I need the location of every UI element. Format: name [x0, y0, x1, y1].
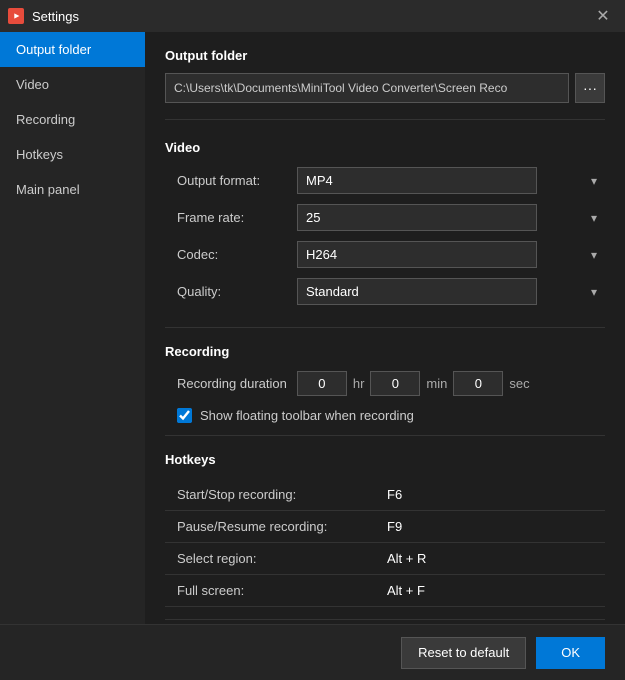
- codec-wrapper: H264 H265: [297, 241, 605, 268]
- hotkey-row-select-region: Select region: Alt + R: [165, 543, 605, 575]
- hotkey-pause-resume-key: F9: [387, 519, 402, 534]
- frame-rate-row: Frame rate: 25 30 60: [165, 204, 605, 231]
- close-button[interactable]: ✕: [589, 2, 617, 30]
- duration-label: Recording duration: [177, 376, 287, 391]
- ok-button[interactable]: OK: [536, 637, 605, 669]
- frame-rate-wrapper: 25 30 60: [297, 204, 605, 231]
- folder-path-input[interactable]: [165, 73, 569, 103]
- hotkey-row-full-screen: Full screen: Alt + F: [165, 575, 605, 607]
- quality-label: Quality:: [177, 284, 297, 299]
- sidebar-item-recording[interactable]: Recording: [0, 102, 145, 137]
- folder-browse-button[interactable]: ···: [575, 73, 605, 103]
- footer: Reset to default OK: [0, 624, 625, 680]
- hr-unit: hr: [353, 376, 365, 391]
- duration-hr-input[interactable]: [297, 371, 347, 396]
- app-icon: [8, 8, 24, 24]
- hotkey-start-stop-label: Start/Stop recording:: [177, 487, 387, 502]
- sidebar-item-hotkeys[interactable]: Hotkeys: [0, 137, 145, 172]
- sec-unit: sec: [509, 376, 529, 391]
- codec-row: Codec: H264 H265: [165, 241, 605, 268]
- output-format-wrapper: MP4 AVI MOV: [297, 167, 605, 194]
- duration-sec-input[interactable]: [453, 371, 503, 396]
- title-bar: Settings ✕: [0, 0, 625, 32]
- toolbar-checkbox[interactable]: [177, 408, 192, 423]
- output-folder-title: Output folder: [145, 32, 625, 73]
- toolbar-checkbox-row: Show floating toolbar when recording: [165, 408, 605, 423]
- recording-section-title: Recording: [165, 344, 605, 359]
- recording-section: Recording Recording duration hr min sec …: [145, 332, 625, 431]
- divider-3: [165, 435, 605, 436]
- quality-row: Quality: Standard High Low: [165, 278, 605, 305]
- quality-select[interactable]: Standard High Low: [297, 278, 537, 305]
- content-area: Output folder ··· Video Output format: M…: [145, 32, 625, 624]
- quality-wrapper: Standard High Low: [297, 278, 605, 305]
- window-title: Settings: [32, 9, 581, 24]
- sidebar: Output folder Video Recording Hotkeys Ma…: [0, 32, 145, 624]
- hotkey-full-screen-label: Full screen:: [177, 583, 387, 598]
- output-format-select[interactable]: MP4 AVI MOV: [297, 167, 537, 194]
- output-format-label: Output format:: [177, 173, 297, 188]
- duration-min-input[interactable]: [370, 371, 420, 396]
- video-section: Video Output format: MP4 AVI MOV Frame r…: [145, 124, 625, 323]
- divider-4: [165, 619, 605, 620]
- codec-select[interactable]: H264 H265: [297, 241, 537, 268]
- hotkey-start-stop-key: F6: [387, 487, 402, 502]
- output-folder-row: ···: [145, 73, 625, 115]
- codec-label: Codec:: [177, 247, 297, 262]
- hotkey-pause-resume-label: Pause/Resume recording:: [177, 519, 387, 534]
- sidebar-item-main-panel[interactable]: Main panel: [0, 172, 145, 207]
- output-format-row: Output format: MP4 AVI MOV: [165, 167, 605, 194]
- sidebar-item-output-folder[interactable]: Output folder: [0, 32, 145, 67]
- hotkey-full-screen-key: Alt + F: [387, 583, 425, 598]
- hotkeys-section: Hotkeys Start/Stop recording: F6 Pause/R…: [145, 440, 625, 615]
- divider-2: [165, 327, 605, 328]
- reset-button[interactable]: Reset to default: [401, 637, 526, 669]
- hotkey-row-pause-resume: Pause/Resume recording: F9: [165, 511, 605, 543]
- hotkey-row-start-stop: Start/Stop recording: F6: [165, 479, 605, 511]
- min-unit: min: [426, 376, 447, 391]
- toolbar-checkbox-label: Show floating toolbar when recording: [200, 408, 414, 423]
- sidebar-item-video[interactable]: Video: [0, 67, 145, 102]
- hotkey-select-region-label: Select region:: [177, 551, 387, 566]
- duration-row: Recording duration hr min sec: [165, 371, 605, 396]
- hotkeys-section-title: Hotkeys: [165, 452, 605, 467]
- frame-rate-select[interactable]: 25 30 60: [297, 204, 537, 231]
- frame-rate-label: Frame rate:: [177, 210, 297, 225]
- hotkey-select-region-key: Alt + R: [387, 551, 426, 566]
- video-section-title: Video: [165, 140, 605, 155]
- main-container: Output folder Video Recording Hotkeys Ma…: [0, 32, 625, 624]
- divider-1: [165, 119, 605, 120]
